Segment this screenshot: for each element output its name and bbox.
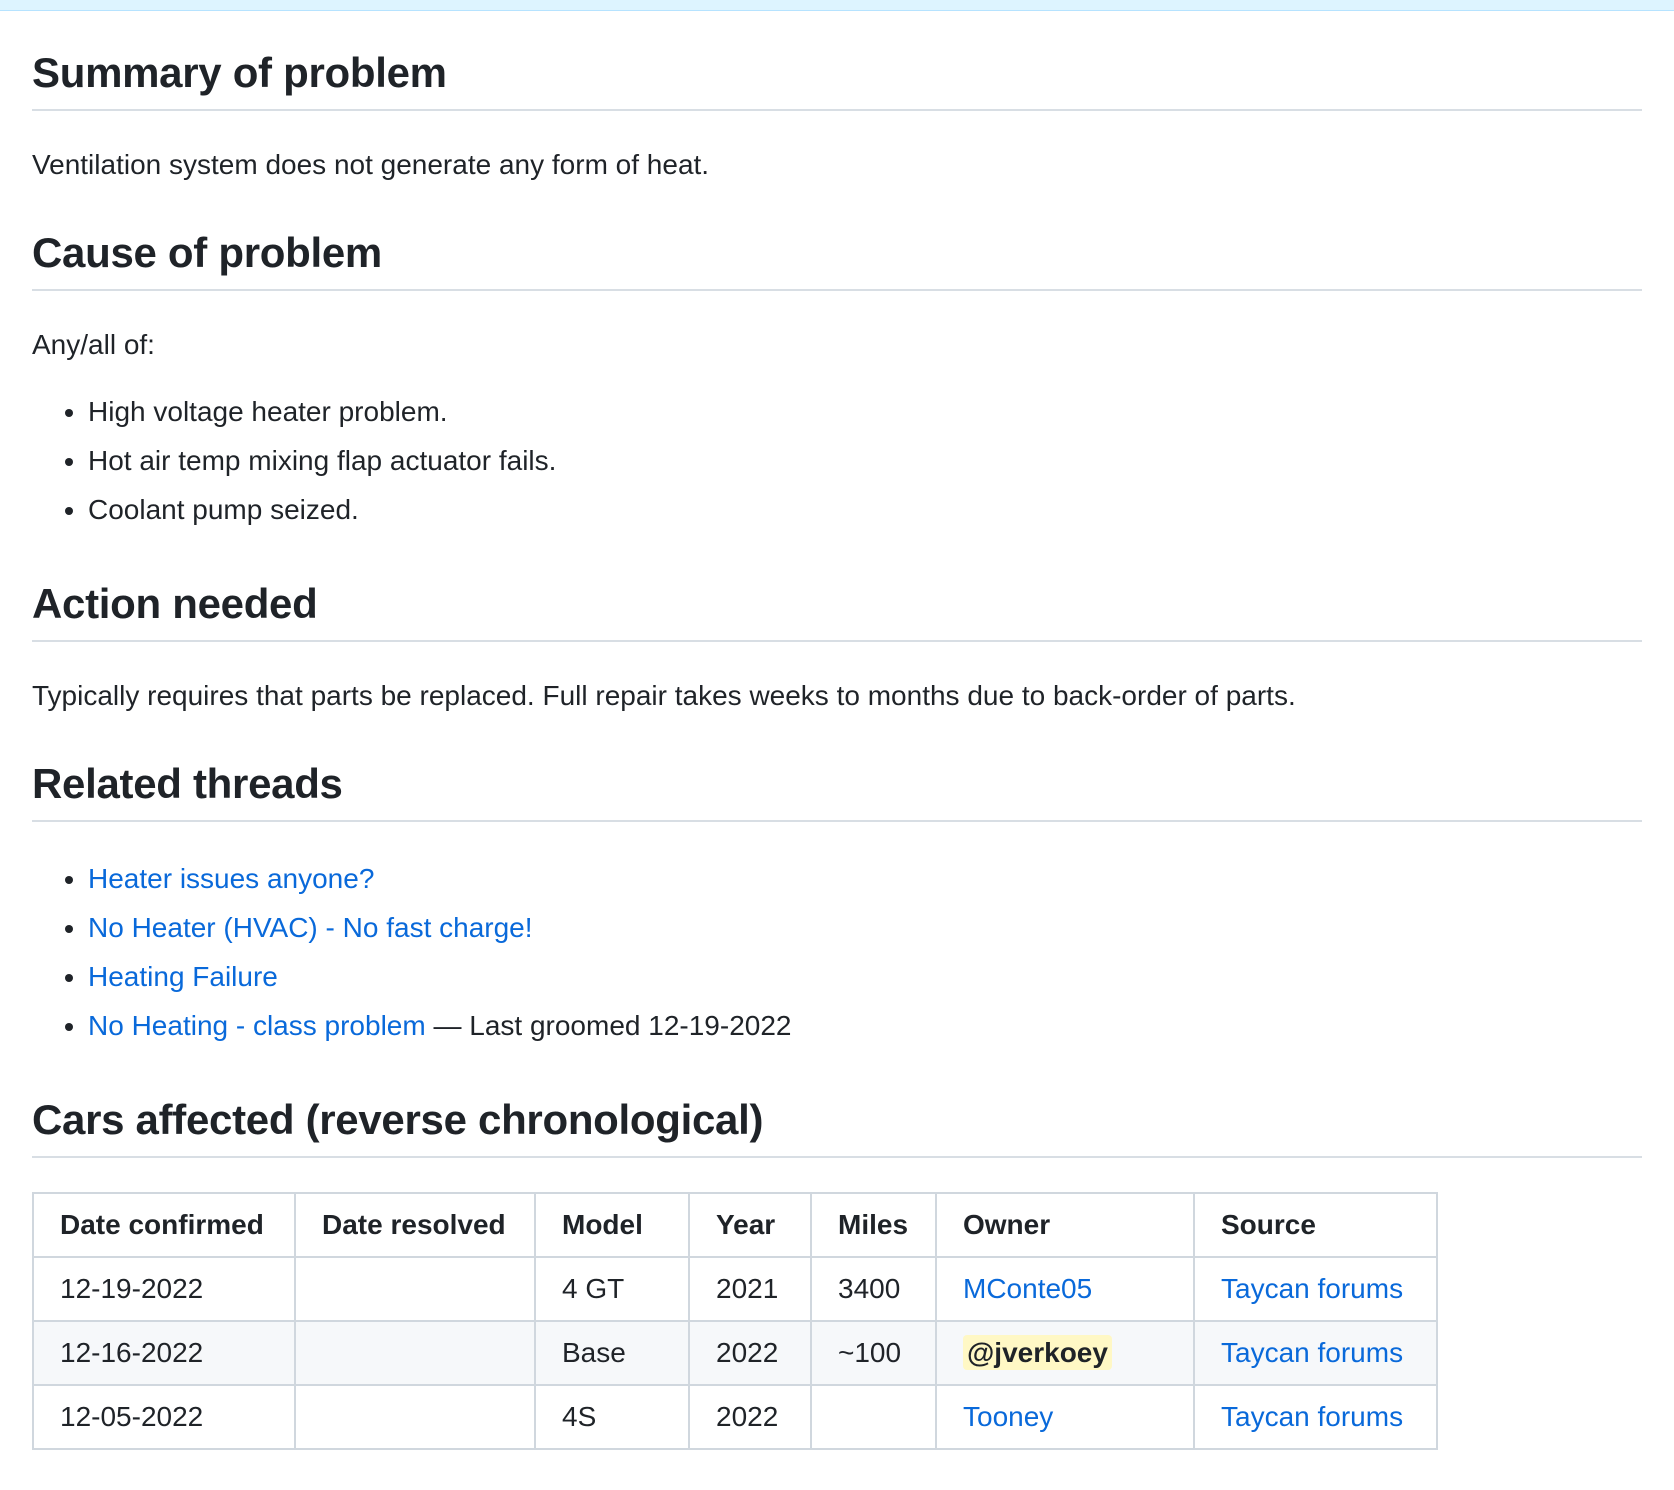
list-item: No Heating - class problem — Last groome…	[88, 1001, 1642, 1050]
list-item: Heater issues anyone?	[88, 854, 1642, 903]
threads-heading: Related threads	[32, 760, 1642, 822]
cell-model: 4 GT	[534, 1256, 690, 1322]
action-heading: Action needed	[32, 580, 1642, 642]
list-item: Hot air temp mixing flap actuator fails.	[88, 436, 1642, 485]
header-miles: Miles	[810, 1192, 937, 1258]
document-body: Summary of problem Ventilation system do…	[32, 49, 1642, 1450]
cell-date-resolved	[294, 1320, 536, 1386]
cell-source: Taycan forums	[1193, 1384, 1438, 1450]
thread-link[interactable]: Heating Failure	[88, 961, 278, 992]
cell-date-confirmed: 12-19-2022	[32, 1256, 296, 1322]
cell-date-confirmed: 12-05-2022	[32, 1384, 296, 1450]
summary-text: Ventilation system does not generate any…	[32, 149, 710, 180]
cell-owner: Tooney	[935, 1384, 1195, 1450]
header-source: Source	[1193, 1192, 1438, 1258]
cell-miles	[810, 1384, 937, 1450]
cell-model: Base	[534, 1320, 690, 1386]
table-header-row: Date confirmed Date resolved Model Year …	[32, 1192, 1438, 1258]
header-date-confirmed: Date confirmed	[32, 1192, 296, 1258]
owner-mention[interactable]: @jverkoey	[963, 1335, 1112, 1370]
source-link[interactable]: Taycan forums	[1221, 1337, 1403, 1368]
owner-link[interactable]: MConte05	[963, 1273, 1092, 1304]
cell-miles: ~100	[810, 1320, 937, 1386]
summary-heading: Summary of problem	[32, 49, 1642, 111]
cell-miles: 3400	[810, 1256, 937, 1322]
cause-list: High voltage heater problem. Hot air tem…	[32, 387, 1642, 534]
header-year: Year	[688, 1192, 812, 1258]
thread-link[interactable]: No Heater (HVAC) - No fast charge!	[88, 912, 533, 943]
cars-heading: Cars affected (reverse chronological)	[32, 1096, 1642, 1158]
cause-intro: Any/all of:	[32, 329, 155, 360]
cell-date-confirmed: 12-16-2022	[32, 1320, 296, 1386]
source-link[interactable]: Taycan forums	[1221, 1273, 1403, 1304]
thread-link[interactable]: No Heating - class problem	[88, 1010, 426, 1041]
cell-year: 2021	[688, 1256, 812, 1322]
cars-table: Date confirmed Date resolved Model Year …	[32, 1192, 1438, 1450]
list-item: Coolant pump seized.	[88, 485, 1642, 534]
header-model: Model	[534, 1192, 690, 1258]
source-link[interactable]: Taycan forums	[1221, 1401, 1403, 1432]
action-text: Typically requires that parts be replace…	[32, 680, 1296, 711]
threads-list: Heater issues anyone? No Heater (HVAC) -…	[32, 854, 1642, 1050]
table-row: 12-19-2022 4 GT 2021 3400 MConte05 Tayca…	[32, 1256, 1438, 1322]
table-row: 12-05-2022 4S 2022 Tooney Taycan forums	[32, 1384, 1438, 1450]
cause-heading: Cause of problem	[32, 229, 1642, 291]
cell-date-resolved	[294, 1256, 536, 1322]
list-item: No Heater (HVAC) - No fast charge!	[88, 903, 1642, 952]
list-item: Heating Failure	[88, 952, 1642, 1001]
list-item: High voltage heater problem.	[88, 387, 1642, 436]
thread-link[interactable]: Heater issues anyone?	[88, 863, 374, 894]
cell-year: 2022	[688, 1320, 812, 1386]
owner-link[interactable]: Tooney	[963, 1401, 1053, 1432]
groomed-note: — Last groomed 12-19-2022	[425, 1010, 792, 1041]
header-date-resolved: Date resolved	[294, 1192, 536, 1258]
cell-owner: @jverkoey	[935, 1320, 1195, 1386]
cell-date-resolved	[294, 1384, 536, 1450]
header-owner: Owner	[935, 1192, 1195, 1258]
cell-year: 2022	[688, 1384, 812, 1450]
cell-model: 4S	[534, 1384, 690, 1450]
cell-source: Taycan forums	[1193, 1256, 1438, 1322]
top-banner	[0, 0, 1674, 11]
cell-source: Taycan forums	[1193, 1320, 1438, 1386]
table-row: 12-16-2022 Base 2022 ~100 @jverkoey Tayc…	[32, 1320, 1438, 1386]
cell-owner: MConte05	[935, 1256, 1195, 1322]
